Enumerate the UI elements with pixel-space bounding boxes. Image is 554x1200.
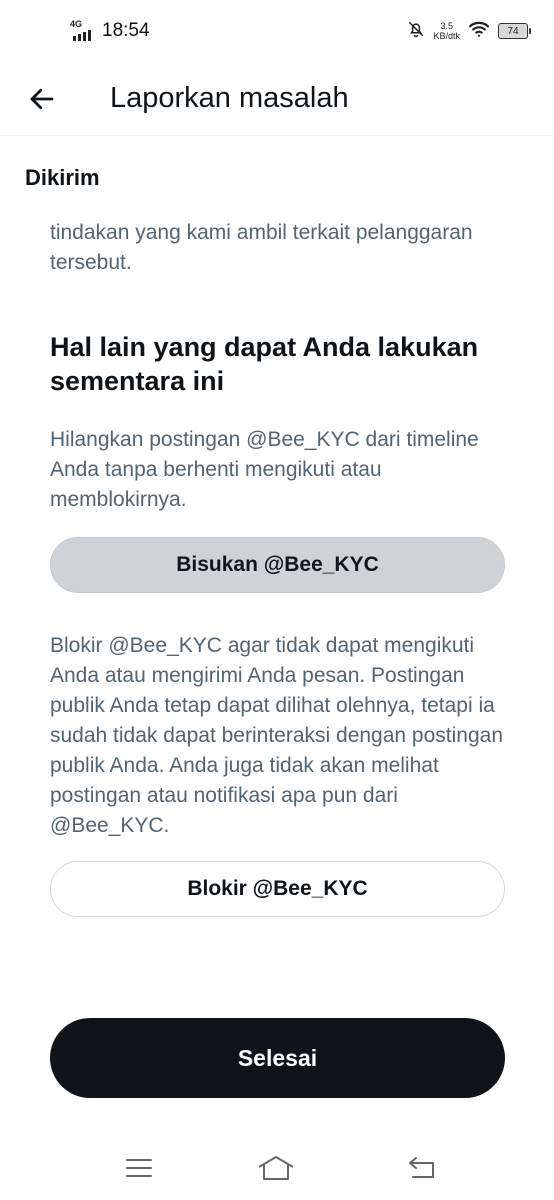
section-heading: Hal lain yang dapat Anda lakukan sementa…: [50, 332, 479, 396]
network-speed-value: 3.5: [440, 21, 453, 31]
nav-back-button[interactable]: [402, 1150, 442, 1186]
bell-off-icon: [407, 20, 425, 43]
sent-banner: Dikirim: [0, 137, 554, 221]
sent-label: Dikirim: [25, 165, 100, 190]
mute-description: Hilangkan postingan @Bee_KYC dari timeli…: [50, 428, 479, 511]
screen: 4G 18:54 3.5 KB/dtk 74 Laporkan masalah …: [0, 0, 554, 1200]
back-button[interactable]: [0, 62, 90, 136]
battery-icon: 74: [498, 23, 531, 39]
status-right: 3.5 KB/dtk 74: [407, 20, 531, 43]
header: Laporkan masalah: [0, 62, 554, 136]
nav-home-button[interactable]: [256, 1150, 296, 1186]
home-icon: [258, 1156, 294, 1180]
mute-button[interactable]: Bisukan @Bee_KYC: [50, 537, 505, 593]
block-description: Blokir @Bee_KYC agar tidak dapat mengiku…: [50, 634, 503, 837]
block-button[interactable]: Blokir @Bee_KYC: [50, 861, 505, 917]
wifi-icon: [468, 20, 490, 43]
clock: 18:54: [102, 20, 150, 41]
content: tindakan yang kami ambil terkait pelangg…: [50, 218, 510, 917]
status-left: 4G 18:54: [70, 19, 150, 43]
status-bar: 4G 18:54 3.5 KB/dtk 74: [0, 0, 554, 62]
intro-text: tindakan yang kami ambil terkait pelangg…: [50, 221, 473, 274]
done-button[interactable]: Selesai: [50, 1018, 505, 1098]
back-icon: [409, 1157, 434, 1178]
menu-icon: [126, 1159, 152, 1177]
network-speed: 3.5 KB/dtk: [433, 21, 460, 41]
page-title: Laporkan masalah: [110, 82, 349, 114]
network-type: 4G: [70, 19, 83, 29]
arrow-left-icon: [30, 88, 54, 109]
network-speed-unit: KB/dtk: [433, 31, 460, 41]
nav-menu-button[interactable]: [119, 1150, 159, 1186]
cellular-signal-icon: 4G: [70, 19, 98, 43]
system-nav-bar: [0, 1140, 554, 1200]
battery-level: 74: [507, 25, 519, 37]
